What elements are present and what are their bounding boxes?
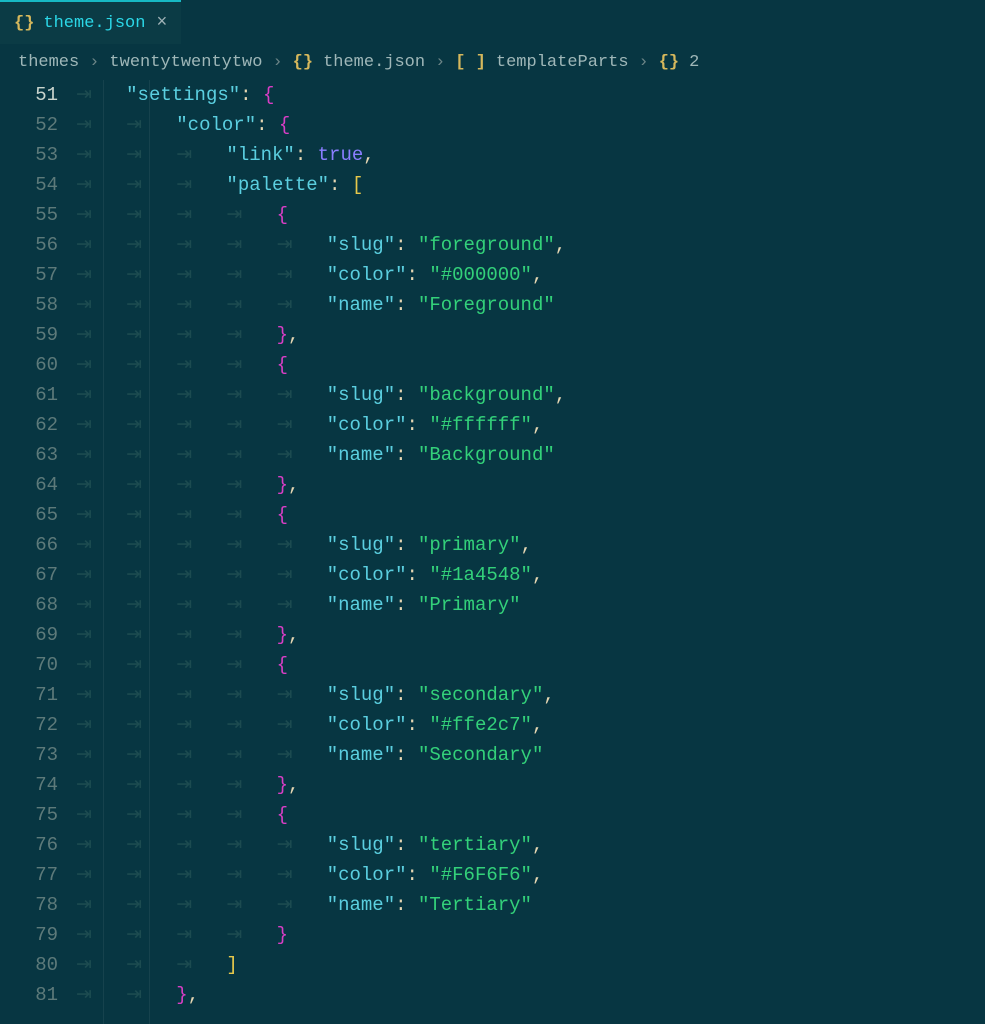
line-number: 66 <box>0 530 58 560</box>
breadcrumb-segment[interactable]: 2 <box>689 53 699 72</box>
code-line[interactable]: ⇥ ⇥ ⇥ ⇥ { <box>76 650 985 680</box>
line-number: 65 <box>0 500 58 530</box>
code-line[interactable]: ⇥ ⇥ ⇥ ⇥ ⇥ "slug": "primary", <box>76 530 985 560</box>
chevron-right-icon: › <box>435 53 445 72</box>
line-number: 58 <box>0 290 58 320</box>
code-line[interactable]: ⇥ ⇥ ⇥ ⇥ ⇥ "slug": "tertiary", <box>76 830 985 860</box>
line-number: 70 <box>0 650 58 680</box>
line-number: 71 <box>0 680 58 710</box>
line-number: 73 <box>0 740 58 770</box>
code-line[interactable]: ⇥ ⇥ ⇥ ⇥ ⇥ "name": "Primary" <box>76 590 985 620</box>
line-number: 55 <box>0 200 58 230</box>
line-gutter: 5152535455565758596061626364656667686970… <box>0 80 76 1024</box>
line-number: 53 <box>0 140 58 170</box>
code-line[interactable]: ⇥ ⇥ }, <box>76 980 985 1010</box>
line-number: 67 <box>0 560 58 590</box>
code-line[interactable]: ⇥ ⇥ ⇥ "palette": [ <box>76 170 985 200</box>
chevron-right-icon: › <box>272 53 282 72</box>
line-number: 78 <box>0 890 58 920</box>
code-content[interactable]: ⇥ "settings": {⇥ ⇥ "color": {⇥ ⇥ ⇥ "link… <box>76 80 985 1024</box>
line-number: 76 <box>0 830 58 860</box>
line-number: 61 <box>0 380 58 410</box>
code-line[interactable]: ⇥ ⇥ ⇥ ⇥ ⇥ "slug": "foreground", <box>76 230 985 260</box>
code-line[interactable]: ⇥ ⇥ "color": { <box>76 110 985 140</box>
code-line[interactable]: ⇥ ⇥ ⇥ ⇥ }, <box>76 470 985 500</box>
line-number: 51 <box>0 80 58 110</box>
line-number: 77 <box>0 860 58 890</box>
line-number: 75 <box>0 800 58 830</box>
code-line[interactable]: ⇥ ⇥ ⇥ ⇥ ⇥ "name": "Secondary" <box>76 740 985 770</box>
line-number: 74 <box>0 770 58 800</box>
breadcrumb-segment[interactable]: twentytwentytwo <box>109 53 262 72</box>
code-line[interactable]: ⇥ ⇥ ⇥ ⇥ { <box>76 800 985 830</box>
line-number: 56 <box>0 230 58 260</box>
breadcrumb-segment[interactable]: themes <box>18 53 79 72</box>
json-icon: {} <box>14 14 34 33</box>
code-line[interactable]: ⇥ ⇥ ⇥ ⇥ ⇥ "name": "Tertiary" <box>76 890 985 920</box>
tab-bar: {} theme.json × <box>0 0 985 44</box>
line-number: 68 <box>0 590 58 620</box>
line-number: 54 <box>0 170 58 200</box>
line-number: 79 <box>0 920 58 950</box>
code-line[interactable]: ⇥ ⇥ ⇥ ] <box>76 950 985 980</box>
close-icon[interactable]: × <box>156 13 167 33</box>
code-line[interactable]: ⇥ ⇥ ⇥ ⇥ { <box>76 200 985 230</box>
line-number: 69 <box>0 620 58 650</box>
line-number: 60 <box>0 350 58 380</box>
line-number: 63 <box>0 440 58 470</box>
line-number: 59 <box>0 320 58 350</box>
json-icon: {} <box>293 53 313 72</box>
code-line[interactable]: ⇥ ⇥ ⇥ ⇥ { <box>76 500 985 530</box>
json-icon: {} <box>659 53 679 72</box>
code-line[interactable]: ⇥ "settings": { <box>76 80 985 110</box>
line-number: 80 <box>0 950 58 980</box>
code-line[interactable]: ⇥ ⇥ ⇥ ⇥ ⇥ "slug": "background", <box>76 380 985 410</box>
code-line[interactable]: ⇥ ⇥ ⇥ ⇥ }, <box>76 320 985 350</box>
line-number: 62 <box>0 410 58 440</box>
code-line[interactable]: ⇥ ⇥ ⇥ ⇥ ⇥ "color": "#F6F6F6", <box>76 860 985 890</box>
line-number: 64 <box>0 470 58 500</box>
code-line[interactable]: ⇥ ⇥ ⇥ ⇥ ⇥ "color": "#ffffff", <box>76 410 985 440</box>
code-editor: {} theme.json × themes › twentytwentytwo › {… <box>0 0 985 1024</box>
code-line[interactable]: ⇥ ⇥ ⇥ ⇥ ⇥ "name": "Background" <box>76 440 985 470</box>
chevron-right-icon: › <box>89 53 99 72</box>
array-icon: [ ] <box>455 53 486 72</box>
code-area[interactable]: 5152535455565758596061626364656667686970… <box>0 80 985 1024</box>
code-line[interactable]: ⇥ ⇥ ⇥ "link": true, <box>76 140 985 170</box>
code-line[interactable]: ⇥ ⇥ ⇥ ⇥ }, <box>76 620 985 650</box>
code-line[interactable]: ⇥ ⇥ ⇥ ⇥ ⇥ "color": "#ffe2c7", <box>76 710 985 740</box>
line-number: 57 <box>0 260 58 290</box>
line-number: 52 <box>0 110 58 140</box>
code-line[interactable]: ⇥ ⇥ ⇥ ⇥ ⇥ "color": "#000000", <box>76 260 985 290</box>
line-number: 72 <box>0 710 58 740</box>
breadcrumb-segment[interactable]: theme.json <box>323 53 425 72</box>
code-line[interactable]: ⇥ ⇥ ⇥ ⇥ { <box>76 350 985 380</box>
code-line[interactable]: ⇥ ⇥ ⇥ ⇥ ⇥ "name": "Foreground" <box>76 290 985 320</box>
breadcrumb-segment[interactable]: templateParts <box>496 53 629 72</box>
chevron-right-icon: › <box>639 53 649 72</box>
tab-theme-json[interactable]: {} theme.json × <box>0 0 181 44</box>
code-line[interactable]: ⇥ ⇥ ⇥ ⇥ }, <box>76 770 985 800</box>
tab-label: theme.json <box>43 14 145 33</box>
breadcrumb[interactable]: themes › twentytwentytwo › {} theme.json › [ ] t… <box>0 44 985 80</box>
code-line[interactable]: ⇥ ⇥ ⇥ ⇥ ⇥ "slug": "secondary", <box>76 680 985 710</box>
code-line[interactable]: ⇥ ⇥ ⇥ ⇥ } <box>76 920 985 950</box>
line-number: 81 <box>0 980 58 1010</box>
code-line[interactable]: ⇥ ⇥ ⇥ ⇥ ⇥ "color": "#1a4548", <box>76 560 985 590</box>
